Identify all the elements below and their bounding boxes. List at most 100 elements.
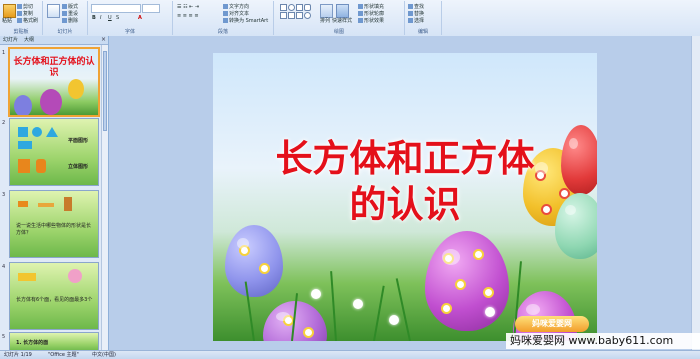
slide-thumbnail-2[interactable]: 平面图形 立体图形 <box>9 118 99 186</box>
thumb-title: 长方体和正方体的认识 <box>13 57 95 78</box>
layout-button[interactable]: 版式 <box>62 4 78 10</box>
find-icon <box>408 4 413 9</box>
shape-fill-button[interactable]: 形状填充 <box>358 4 384 10</box>
align-text-icon <box>223 11 228 16</box>
copy-button[interactable]: 复制 <box>17 11 33 17</box>
font-name-box[interactable] <box>91 4 141 13</box>
thumb-character <box>68 269 82 283</box>
panel-close-icon[interactable]: × <box>101 36 106 43</box>
slides-group: 版式 重设 删除 幻灯片 <box>43 1 88 35</box>
slide-thumbnail-5[interactable]: 1. 长方体的面 <box>9 332 99 352</box>
copy-icon <box>17 11 22 16</box>
slide-editor: 长方体和正方体 的认识 妈咪爱婴网 <box>109 36 700 350</box>
find-button[interactable]: 查找 <box>408 4 424 10</box>
slide-number: 2 <box>2 120 6 126</box>
thumb-box <box>18 201 28 207</box>
select-button[interactable]: 选择 <box>408 18 424 24</box>
editing-group-label: 编辑 <box>417 29 428 35</box>
quick-styles-icon[interactable] <box>336 4 349 18</box>
clipboard-group-label: 剪贴板 <box>13 29 29 35</box>
current-slide[interactable]: 长方体和正方体 的认识 妈咪爱婴网 <box>213 53 597 341</box>
site-watermark: 妈咪爱婴网 www.baby611.com <box>506 333 700 349</box>
panel-scroll-thumb[interactable] <box>103 51 107 131</box>
flower <box>389 315 399 325</box>
paste-button[interactable]: 粘贴 <box>2 18 12 24</box>
bullets-button[interactable]: ☰ ☷ ⇤ ⇥ <box>177 4 199 10</box>
shape-effects-button[interactable]: 形状效果 <box>358 18 384 24</box>
slides-panel: 幻灯片 大纲 × 1 长方体和正方体的认识 2 平面图形 立体图形 3 说一说生… <box>0 36 109 352</box>
panel-tabs: 幻灯片 大纲 × <box>0 36 108 45</box>
thumb-egg-purple <box>40 89 62 115</box>
fill-icon <box>358 4 363 9</box>
arrange-icon[interactable] <box>320 4 333 18</box>
egg-blue <box>225 225 283 297</box>
shape-oval-icon[interactable] <box>288 4 295 11</box>
thumb-cuboid-yellow <box>18 273 36 281</box>
align-text-button[interactable]: 对齐文本 <box>223 11 249 17</box>
shape-rounded-icon[interactable] <box>304 4 311 11</box>
thumb-rect <box>18 141 32 149</box>
editing-group: 查找 替换 选择 编辑 <box>405 1 442 35</box>
paste-icon[interactable] <box>3 4 16 18</box>
reset-button[interactable]: 重设 <box>62 11 78 17</box>
grass-blade <box>330 271 337 341</box>
thumb-egg-yellow <box>68 79 84 99</box>
editor-scrollbar[interactable] <box>691 36 700 350</box>
slide-number: 4 <box>2 264 6 270</box>
align-buttons[interactable]: ≡ ≡ ≡ ≡ <box>177 13 199 19</box>
cut-button[interactable]: 剪切 <box>17 4 33 10</box>
quick-styles-button[interactable]: 快速样式 <box>332 18 352 24</box>
delete-icon <box>62 18 67 23</box>
delete-button[interactable]: 删除 <box>62 18 78 24</box>
grass-blade <box>373 285 385 341</box>
underline-button[interactable]: U <box>108 15 112 21</box>
slide-thumbnail-3[interactable]: 说一说生活中哪些物体的形状是长方体？ <box>9 190 99 258</box>
thumb-text: 1. 长方体的面 <box>16 340 49 346</box>
font-group-label: 字体 <box>124 29 135 35</box>
drawing-group-label: 绘图 <box>333 29 344 35</box>
shape-star-icon[interactable] <box>288 12 295 19</box>
thumb-triangle <box>46 127 58 137</box>
clipboard-group: 粘贴 剪切 复制 格式刷 剪贴板 <box>0 1 43 35</box>
slide-number: 5 <box>2 334 6 340</box>
slide-thumbnail-4[interactable]: 长方体有6个面，看见的面最多3个 <box>9 262 99 330</box>
font-color-button[interactable]: A <box>138 15 142 21</box>
font-size-box[interactable] <box>142 4 160 13</box>
shape-rectangle-icon[interactable] <box>280 4 287 11</box>
slide-title-line1[interactable]: 长方体和正方体 <box>213 137 597 181</box>
bold-button[interactable]: B <box>92 15 96 21</box>
shape-line-icon[interactable] <box>296 4 303 11</box>
slide-number: 3 <box>2 192 6 198</box>
text-direction-button[interactable]: 文字方向 <box>223 4 249 10</box>
shape-arrow-icon[interactable] <box>280 12 287 19</box>
format-painter-button[interactable]: 格式刷 <box>17 18 38 24</box>
thumb-egg-blue <box>14 95 32 115</box>
italic-button[interactable]: I <box>100 15 101 21</box>
thumb-bar <box>38 203 54 207</box>
smartart-button[interactable]: 转换为 SmartArt <box>223 18 268 24</box>
replace-icon <box>408 11 413 16</box>
thumb-tall-box <box>64 197 72 211</box>
slide-thumbnail-1[interactable]: 长方体和正方体的认识 <box>8 47 100 117</box>
thumb-label-plane: 平面图形 <box>68 138 89 144</box>
thumb-circle <box>32 127 42 137</box>
panel-scrollbar[interactable] <box>101 45 108 350</box>
tab-slides[interactable]: 幻灯片 <box>3 37 18 43</box>
text-direction-icon <box>223 4 228 9</box>
outline-icon <box>358 11 363 16</box>
shape-circle-icon[interactable] <box>304 12 311 19</box>
new-slide-icon[interactable] <box>47 4 60 18</box>
shape-callout-icon[interactable] <box>296 12 303 19</box>
shape-outline-button[interactable]: 形状轮廓 <box>358 11 384 17</box>
tab-outline[interactable]: 大纲 <box>24 37 34 43</box>
smartart-icon <box>223 18 228 23</box>
strikethrough-button[interactable]: S <box>116 15 119 21</box>
replace-button[interactable]: 替换 <box>408 11 424 17</box>
slides-group-label: 幻灯片 <box>57 29 73 35</box>
thumb-cuboid <box>18 159 30 173</box>
reset-icon <box>62 11 67 16</box>
thumb-square <box>18 127 28 137</box>
slide-title-line2[interactable]: 的认识 <box>213 183 597 227</box>
arrange-button[interactable]: 排列 <box>320 18 330 24</box>
grass-blade <box>395 278 411 341</box>
